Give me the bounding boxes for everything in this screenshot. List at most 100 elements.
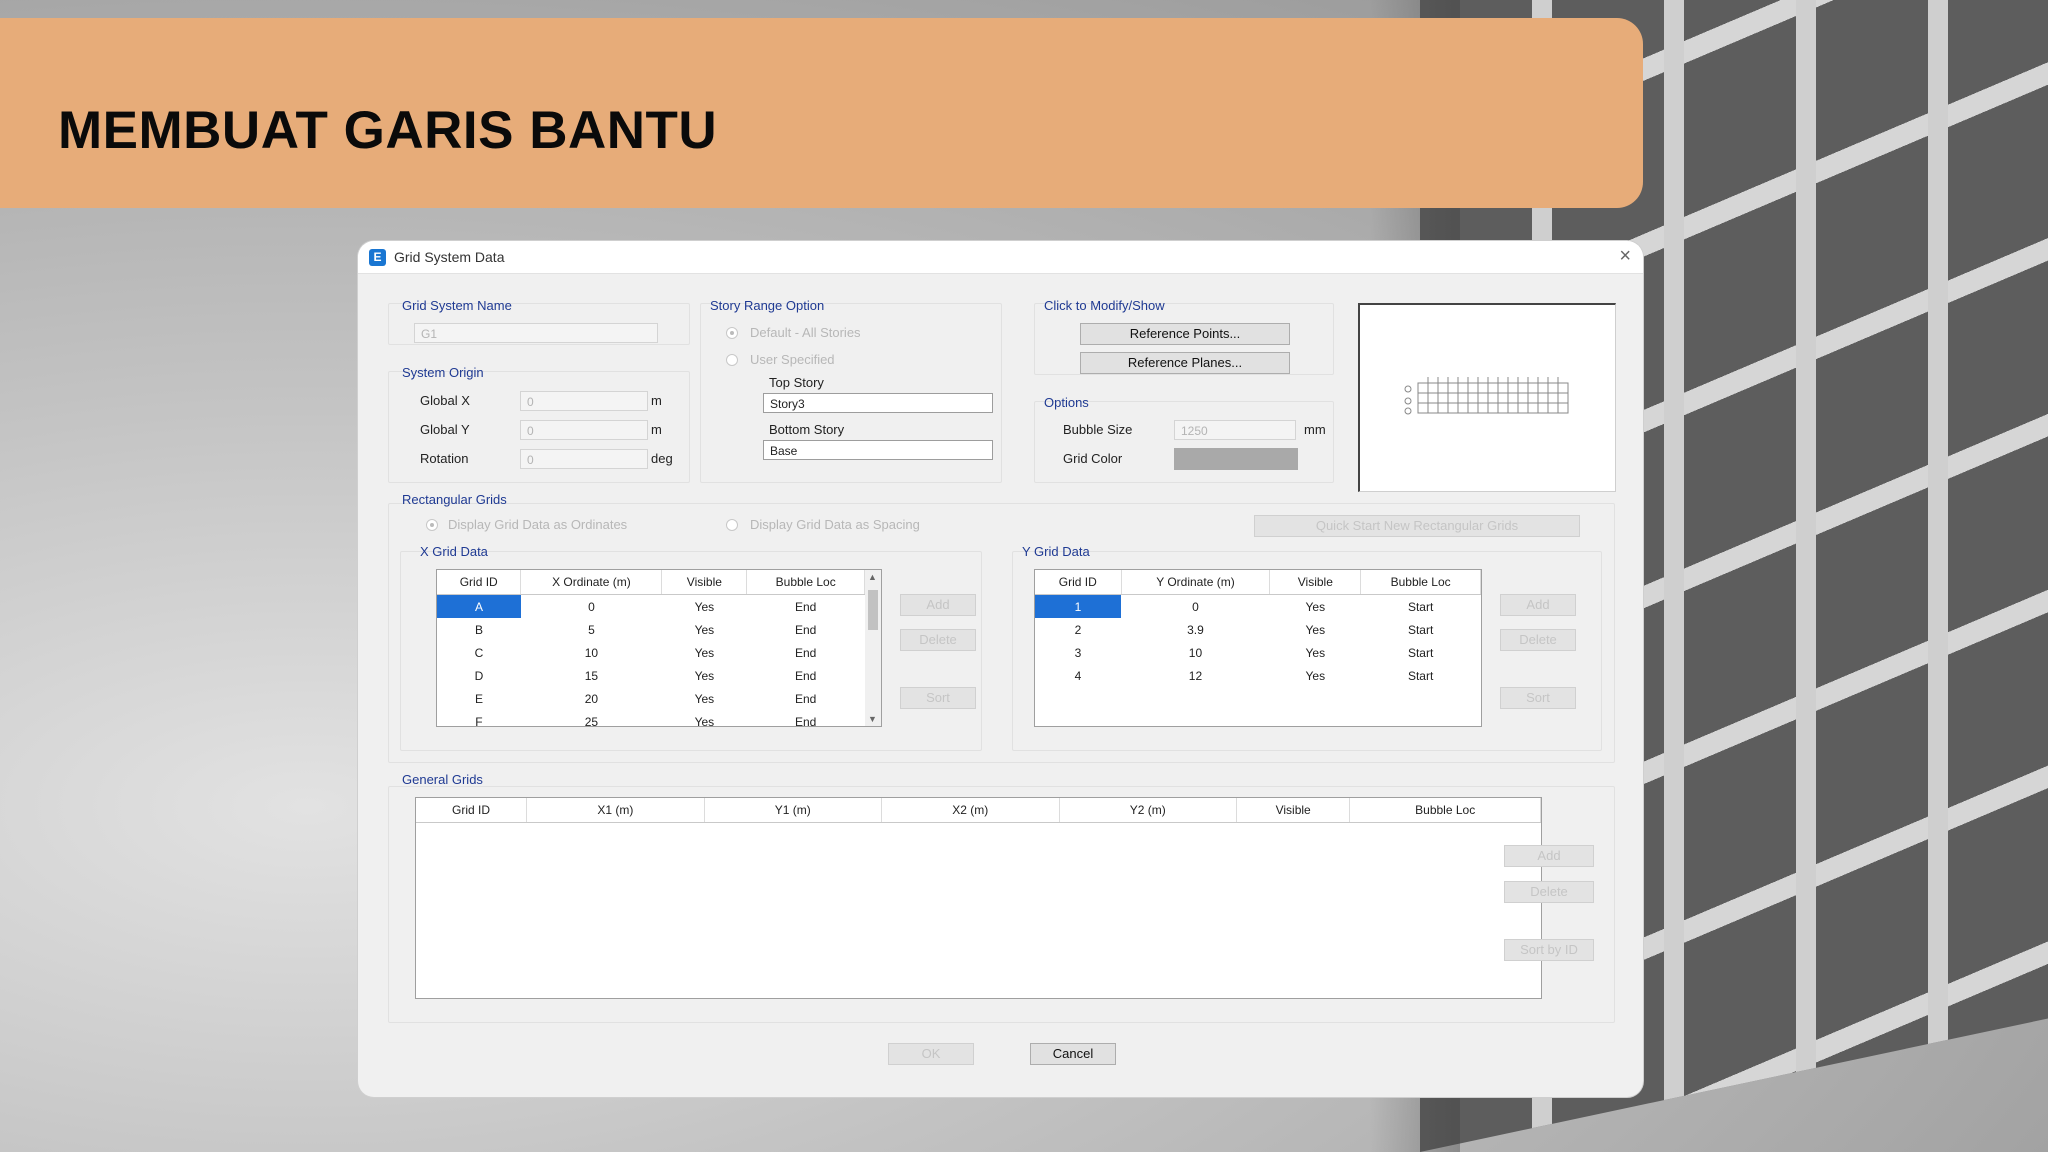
display-spacing-radio[interactable] bbox=[726, 519, 738, 531]
general-add-button[interactable]: Add bbox=[1504, 845, 1594, 867]
visible-cell[interactable]: Yes bbox=[662, 664, 747, 687]
x-add-button[interactable]: Add bbox=[900, 594, 976, 616]
table-row[interactable]: A 0 Yes End bbox=[437, 594, 865, 619]
visible-cell[interactable]: Yes bbox=[1270, 641, 1361, 664]
bubble-loc-cell[interactable]: End bbox=[747, 641, 865, 664]
ordinate-cell[interactable]: 0 bbox=[521, 595, 662, 619]
y-delete-button[interactable]: Delete bbox=[1500, 629, 1576, 651]
scroll-up-icon[interactable]: ▲ bbox=[868, 572, 877, 582]
grid-preview bbox=[1358, 303, 1616, 492]
ordinate-cell[interactable]: 12 bbox=[1121, 664, 1270, 687]
column-header[interactable]: Y Ordinate (m) bbox=[1121, 570, 1271, 595]
table-row[interactable]: C 10 Yes End bbox=[437, 641, 865, 664]
column-header[interactable]: Y2 (m) bbox=[1059, 798, 1238, 823]
visible-cell[interactable]: Yes bbox=[662, 710, 747, 727]
top-story-field[interactable]: Story3 bbox=[763, 393, 993, 413]
grid-id-cell[interactable]: A bbox=[437, 594, 521, 618]
y-sort-button[interactable]: Sort bbox=[1500, 687, 1576, 709]
click-modify-label: Click to Modify/Show bbox=[1044, 298, 1165, 313]
rotation-field[interactable]: 0 bbox=[520, 449, 648, 469]
column-header[interactable]: Visible bbox=[1236, 798, 1351, 823]
grid-id-cell[interactable]: B bbox=[437, 618, 521, 641]
column-header[interactable]: Grid ID bbox=[1035, 570, 1122, 595]
table-row[interactable]: 2 3.9 Yes Start bbox=[1035, 618, 1481, 641]
y-add-button[interactable]: Add bbox=[1500, 594, 1576, 616]
table-row[interactable]: 3 10 Yes Start bbox=[1035, 641, 1481, 664]
table-row[interactable]: F 25 Yes End bbox=[437, 710, 865, 727]
bubble-loc-cell[interactable]: Start bbox=[1361, 595, 1481, 619]
ordinate-cell[interactable]: 25 bbox=[521, 710, 662, 727]
grid-id-cell[interactable]: 2 bbox=[1035, 618, 1121, 641]
scroll-thumb[interactable] bbox=[868, 590, 878, 630]
story-range-label: Story Range Option bbox=[710, 298, 825, 313]
column-header[interactable]: Y1 (m) bbox=[704, 798, 883, 823]
visible-cell[interactable]: Yes bbox=[662, 595, 747, 619]
column-header[interactable]: Bubble Loc bbox=[1349, 798, 1541, 823]
user-specified-radio[interactable] bbox=[726, 354, 738, 366]
bubble-loc-cell[interactable]: End bbox=[747, 664, 865, 687]
grid-id-cell[interactable]: E bbox=[437, 687, 521, 710]
bubble-loc-cell[interactable]: Start bbox=[1361, 664, 1481, 687]
table-row[interactable]: 1 0 Yes Start bbox=[1035, 594, 1481, 619]
visible-cell[interactable]: Yes bbox=[1270, 664, 1361, 687]
column-header[interactable]: X1 (m) bbox=[526, 798, 705, 823]
global-y-field[interactable]: 0 bbox=[520, 420, 648, 440]
ordinate-cell[interactable]: 0 bbox=[1121, 595, 1270, 619]
grid-color-swatch[interactable] bbox=[1174, 448, 1298, 470]
grid-id-cell[interactable]: 1 bbox=[1035, 594, 1121, 618]
sort-by-id-button[interactable]: Sort by ID bbox=[1504, 939, 1594, 961]
column-header[interactable]: X2 (m) bbox=[881, 798, 1060, 823]
bubble-loc-cell[interactable]: End bbox=[747, 687, 865, 710]
column-header[interactable]: X Ordinate (m) bbox=[520, 570, 663, 595]
ordinate-cell[interactable]: 20 bbox=[521, 687, 662, 710]
bubble-loc-cell[interactable]: Start bbox=[1361, 641, 1481, 664]
cancel-button[interactable]: Cancel bbox=[1030, 1043, 1116, 1065]
ordinate-cell[interactable]: 3.9 bbox=[1121, 618, 1270, 641]
grid-id-cell[interactable]: D bbox=[437, 664, 521, 687]
ordinate-cell[interactable]: 15 bbox=[521, 664, 662, 687]
scroll-down-icon[interactable]: ▼ bbox=[868, 714, 877, 724]
column-header[interactable]: Visible bbox=[1269, 570, 1362, 595]
table-row[interactable]: D 15 Yes End bbox=[437, 664, 865, 687]
column-header[interactable]: Bubble Loc bbox=[1360, 570, 1481, 595]
bubble-loc-cell[interactable]: Start bbox=[1361, 618, 1481, 641]
top-story-label: Top Story bbox=[769, 375, 824, 390]
visible-cell[interactable]: Yes bbox=[662, 687, 747, 710]
bubble-loc-cell[interactable]: End bbox=[747, 595, 865, 619]
column-header[interactable]: Bubble Loc bbox=[746, 570, 865, 595]
bubble-loc-cell[interactable]: End bbox=[747, 710, 865, 727]
grid-system-name-field[interactable]: G1 bbox=[414, 323, 658, 343]
reference-points-button[interactable]: Reference Points... bbox=[1080, 323, 1290, 345]
column-header[interactable]: Grid ID bbox=[416, 798, 528, 823]
ordinate-cell[interactable]: 10 bbox=[521, 641, 662, 664]
general-delete-button[interactable]: Delete bbox=[1504, 881, 1594, 903]
global-x-field[interactable]: 0 bbox=[520, 391, 648, 411]
grid-id-cell[interactable]: 4 bbox=[1035, 664, 1121, 687]
table-row[interactable]: 4 12 Yes Start bbox=[1035, 664, 1481, 687]
display-ordinates-radio[interactable] bbox=[426, 519, 438, 531]
visible-cell[interactable]: Yes bbox=[1270, 618, 1361, 641]
visible-cell[interactable]: Yes bbox=[662, 618, 747, 641]
close-icon[interactable]: × bbox=[1619, 245, 1631, 268]
reference-planes-button[interactable]: Reference Planes... bbox=[1080, 352, 1290, 374]
x-delete-button[interactable]: Delete bbox=[900, 629, 976, 651]
bubble-size-field[interactable]: 1250 bbox=[1174, 420, 1296, 440]
x-grid-scrollbar[interactable]: ▲ ▼ bbox=[865, 570, 881, 726]
table-row[interactable]: B 5 Yes End bbox=[437, 618, 865, 641]
ordinate-cell[interactable]: 10 bbox=[1121, 641, 1270, 664]
table-row[interactable]: E 20 Yes End bbox=[437, 687, 865, 710]
grid-id-cell[interactable]: C bbox=[437, 641, 521, 664]
default-all-stories-radio[interactable] bbox=[726, 327, 738, 339]
column-header[interactable]: Visible bbox=[661, 570, 748, 595]
ordinate-cell[interactable]: 5 bbox=[521, 618, 662, 641]
ok-button[interactable]: OK bbox=[888, 1043, 974, 1065]
column-header[interactable]: Grid ID bbox=[437, 570, 522, 595]
x-sort-button[interactable]: Sort bbox=[900, 687, 976, 709]
grid-id-cell[interactable]: 3 bbox=[1035, 641, 1121, 664]
visible-cell[interactable]: Yes bbox=[1270, 595, 1361, 619]
bottom-story-field[interactable]: Base bbox=[763, 440, 993, 460]
grid-id-cell[interactable]: F bbox=[437, 710, 521, 727]
quick-start-button[interactable]: Quick Start New Rectangular Grids bbox=[1254, 515, 1580, 537]
bubble-loc-cell[interactable]: End bbox=[747, 618, 865, 641]
visible-cell[interactable]: Yes bbox=[662, 641, 747, 664]
